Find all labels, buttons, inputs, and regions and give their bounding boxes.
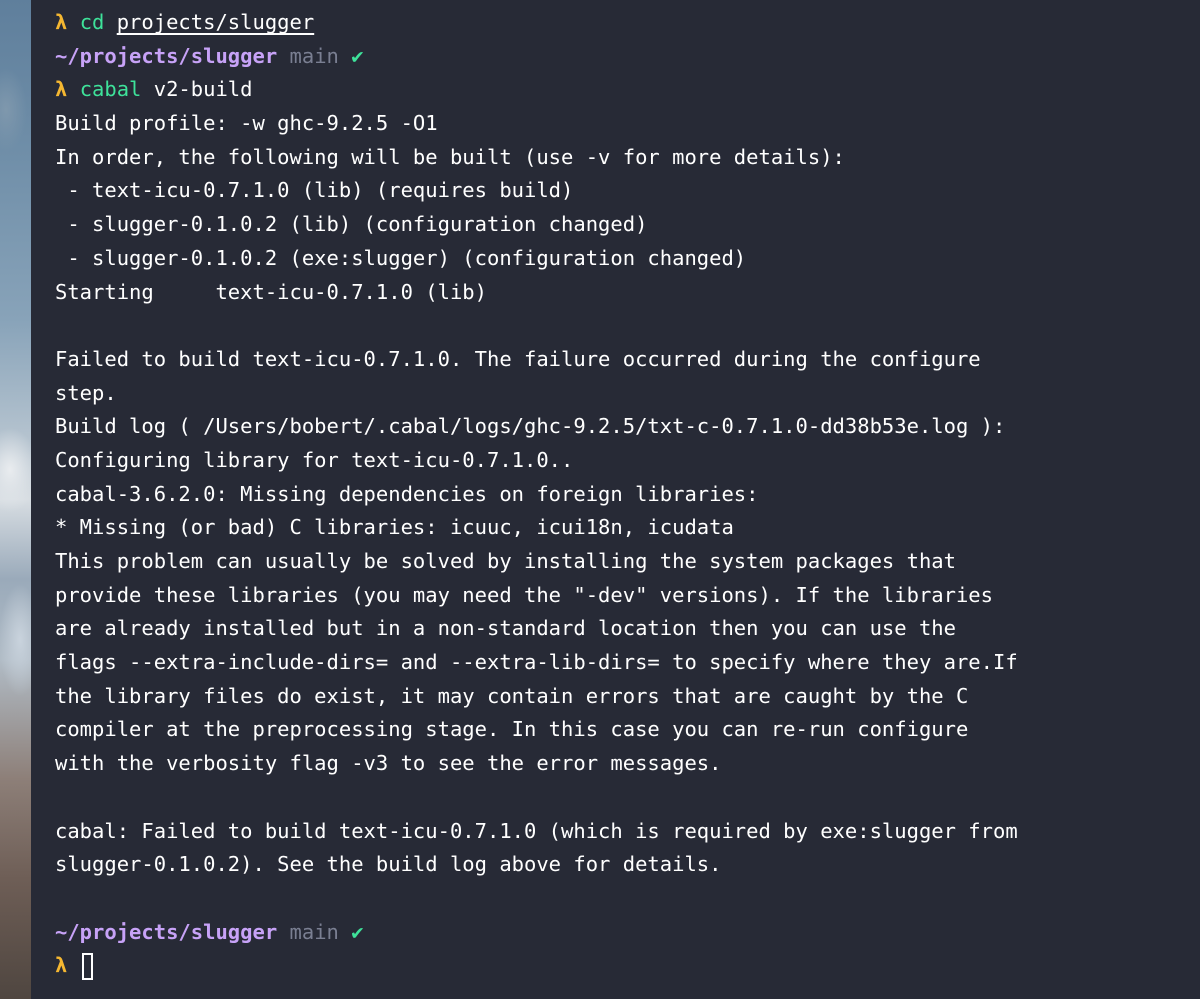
- output-line: Starting text-icu-0.7.1.0 (lib): [55, 279, 487, 304]
- prompt-path: ~/projects/slugger: [55, 43, 278, 68]
- command-argument: v2-build: [153, 77, 253, 102]
- terminal-window[interactable]: λ cd projects/slugger ~/projects/slugger…: [31, 0, 1200, 999]
- prompt-info-line: ~/projects/slugger main ✔: [55, 40, 1200, 74]
- git-branch: main: [289, 43, 339, 68]
- output-line: Build profile: -w ghc-9.2.5 -O1: [55, 111, 438, 136]
- output-line: cabal-3.6.2.0: Missing dependencies on f…: [55, 481, 759, 506]
- output-line: step.: [55, 380, 117, 405]
- command-name: cabal: [79, 77, 142, 102]
- output-line: compiler at the preprocessing stage. In …: [55, 717, 969, 742]
- prompt-info-line: ~/projects/slugger main ✔: [55, 916, 1200, 950]
- output-line: - slugger-0.1.0.2 (exe:slugger) (configu…: [55, 245, 747, 270]
- prompt-lambda-icon: λ: [55, 10, 68, 34]
- output-line: the library files do exist, it may conta…: [55, 683, 969, 708]
- command-argument: projects/slugger: [116, 10, 315, 34]
- output-line: provide these libraries (you may need th…: [55, 582, 993, 607]
- output-line: with the verbosity flag -v3 to see the e…: [55, 751, 722, 776]
- prompt-lambda-icon: λ: [55, 953, 68, 978]
- output-line-blank: [55, 882, 1200, 916]
- text-cursor[interactable]: [81, 952, 93, 980]
- prompt-path: ~/projects/slugger: [55, 919, 278, 944]
- output-line: Configuring library for text-icu-0.7.1.0…: [55, 447, 574, 472]
- desktop-wallpaper: [0, 0, 31, 999]
- output-line: flags --extra-include-dirs= and --extra-…: [55, 650, 1018, 675]
- output-line: - text-icu-0.7.1.0 (lib) (requires build…: [55, 178, 574, 203]
- output-line: are already installed but in a non-stand…: [55, 616, 956, 641]
- git-branch: main: [289, 919, 339, 944]
- output-line: - slugger-0.1.0.2 (lib) (configuration c…: [55, 212, 648, 237]
- git-clean-check-icon: ✔: [351, 43, 364, 68]
- command-line-build: λ cabal v2-build: [55, 73, 1200, 107]
- output-line: * Missing (or bad) C libraries: icuuc, i…: [55, 515, 734, 540]
- output-line: cabal: Failed to build text-icu-0.7.1.0 …: [55, 818, 1018, 843]
- command-line-cd: λ cd projects/slugger: [55, 6, 1200, 40]
- command-name: cd: [79, 10, 105, 34]
- git-clean-check-icon: ✔: [351, 919, 364, 944]
- output-line: Build log ( /Users/bobert/.cabal/logs/gh…: [55, 414, 1006, 439]
- output-line: In order, the following will be built (u…: [55, 144, 845, 169]
- output-line: This problem can usually be solved by in…: [55, 549, 956, 573]
- prompt-lambda-icon: λ: [55, 77, 68, 102]
- output-line-blank: [55, 781, 1200, 815]
- output-line-blank: [55, 309, 1200, 343]
- output-line: slugger-0.1.0.2). See the build log abov…: [55, 852, 722, 877]
- output-line: Failed to build text-icu-0.7.1.0. The fa…: [55, 346, 981, 371]
- active-prompt-line[interactable]: λ: [55, 949, 1200, 983]
